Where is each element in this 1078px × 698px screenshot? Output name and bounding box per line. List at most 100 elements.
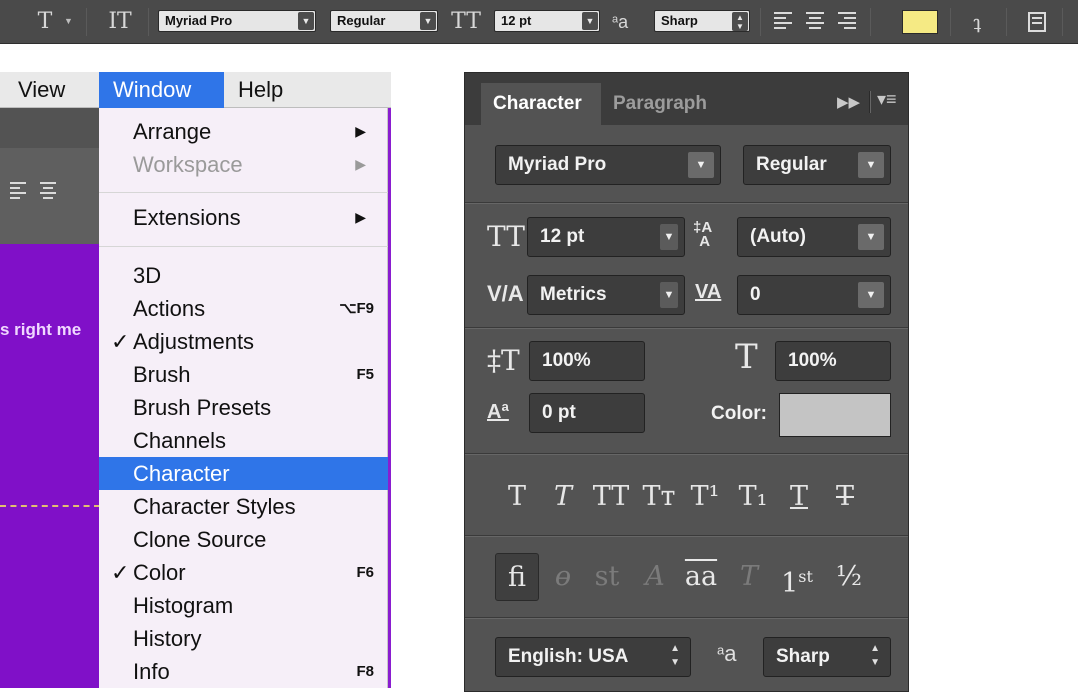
shortcut-label: F6 (356, 564, 374, 581)
baseline-shift-value: 0 pt (542, 402, 576, 423)
strikethrough-button[interactable]: T (823, 473, 867, 521)
divider (760, 8, 761, 36)
text-orientation-icon[interactable]: IT (102, 0, 138, 44)
divider (465, 535, 908, 537)
menu-item-history[interactable]: History (99, 622, 388, 655)
menu-item-label: Clone Source (133, 527, 267, 552)
stylistic-alternates-button[interactable]: aa (679, 553, 723, 601)
font-style-value: Regular (337, 13, 386, 28)
menu-window[interactable]: Window (99, 72, 224, 108)
horizontal-scale-input[interactable]: 100% (775, 341, 891, 381)
language-select[interactable]: English: USA ▲ ▼ (495, 637, 691, 677)
menu-item-color[interactable]: ✓ Color F6 (99, 556, 388, 589)
swash-button[interactable]: A (633, 553, 677, 601)
font-size-select[interactable]: 12 pt ▼ (527, 217, 685, 257)
menu-item-extensions[interactable]: Extensions ▶ (99, 201, 388, 234)
color-label: Color: (711, 403, 767, 424)
menu-item-adjustments[interactable]: ✓ Adjustments (99, 325, 388, 358)
menu-item-3d[interactable]: 3D (99, 259, 388, 292)
fractions-button[interactable]: ½ (827, 553, 871, 601)
panel-menu-icon[interactable]: ▾≡ (877, 89, 897, 110)
tracking-icon: VA (695, 281, 722, 303)
color-swatch[interactable] (779, 393, 891, 437)
shortcut-label: F8 (356, 663, 374, 680)
tool-preset-chevron-icon[interactable]: ▼ (64, 16, 73, 26)
divider (465, 453, 908, 455)
ordinals-button[interactable]: 1st (769, 553, 825, 601)
text-color-swatch[interactable] (902, 10, 938, 34)
kerning-select[interactable]: Metrics ▼ (527, 275, 685, 315)
menu-view[interactable]: View (18, 72, 65, 108)
all-caps-button[interactable]: TT (589, 473, 633, 521)
menu-item-arrange[interactable]: Arrange ▶ (99, 115, 388, 148)
stepper-icon: ▲ ▼ (670, 643, 680, 668)
ordinals-digit: 1 (781, 568, 799, 599)
underline-button[interactable]: T (777, 473, 821, 521)
type-tool-icon[interactable]: T (30, 0, 60, 44)
font-size-select[interactable]: 12 pt ▼ (494, 10, 600, 32)
stepper-icon: ▲ ▼ (732, 12, 748, 31)
font-style-select[interactable]: Regular ▼ (743, 145, 891, 185)
font-size-value: 12 pt (540, 226, 585, 247)
menu-item-brush[interactable]: Brush F5 (99, 358, 388, 391)
baseline-shift-input[interactable]: 0 pt (529, 393, 645, 433)
menu-item-histogram[interactable]: Histogram (99, 589, 388, 622)
faux-italic-button[interactable]: T (541, 473, 585, 521)
menu-item-brush-presets[interactable]: Brush Presets (99, 391, 388, 424)
divider (869, 91, 871, 113)
tracking-select[interactable]: 0 ▼ (737, 275, 891, 315)
titling-alternates-button[interactable]: T (727, 553, 771, 601)
menu-item-label: Color (133, 560, 186, 585)
menu-bar: View Window Help (0, 72, 391, 108)
menu-separator (99, 192, 388, 193)
app-canvas (0, 244, 100, 688)
menu-item-channels[interactable]: Channels (99, 424, 388, 457)
antialias-select[interactable]: Sharp ▲ ▼ (763, 637, 891, 677)
shortcut-label: ⌥F9 (339, 300, 374, 317)
menu-item-label: Channels (133, 428, 226, 453)
font-family-select[interactable]: Myriad Pro ▼ (158, 10, 316, 32)
tab-paragraph[interactable]: Paragraph (613, 83, 707, 125)
chevron-down-icon: ▼ (858, 224, 884, 250)
contextual-alternates-button[interactable]: ɵ (541, 553, 585, 601)
faux-bold-button[interactable]: T (495, 473, 539, 521)
menu-item-clone-source[interactable]: Clone Source (99, 523, 388, 556)
font-style-select[interactable]: Regular ▼ (330, 10, 438, 32)
tab-character[interactable]: Character (481, 83, 601, 125)
menu-item-info[interactable]: Info F8 (99, 655, 388, 688)
app-options-bg (0, 148, 100, 244)
menu-help[interactable]: Help (238, 72, 283, 108)
superscript-button[interactable]: T¹ (683, 473, 727, 521)
menu-item-actions[interactable]: Actions ⌥F9 (99, 292, 388, 325)
leading-select[interactable]: (Auto) ▼ (737, 217, 891, 257)
menu-item-label: Extensions (133, 205, 241, 230)
menu-item-label: Brush (133, 362, 191, 387)
menu-item-label: Actions (133, 296, 206, 321)
font-family-select[interactable]: Myriad Pro ▼ (495, 145, 721, 185)
menu-item-character[interactable]: Character (99, 457, 388, 490)
align-right-icon[interactable] (838, 12, 856, 32)
discretionary-ligatures-button[interactable]: st (585, 553, 629, 601)
antialias-select[interactable]: Sharp ▲ ▼ (654, 10, 750, 32)
vertical-scale-input[interactable]: 100% (529, 341, 645, 381)
align-left-icon[interactable] (774, 12, 792, 32)
divider (950, 8, 951, 36)
menu-item-workspace: Workspace ▶ (99, 148, 388, 181)
horizontal-scale-icon: T (735, 337, 758, 377)
collapse-icon[interactable]: ▶▶ (837, 93, 860, 111)
divider (1062, 8, 1063, 36)
menu-item-label: Adjustments (133, 329, 255, 354)
chevron-down-icon: ▼ (582, 12, 598, 30)
warp-text-icon[interactable]: ʇ (962, 0, 992, 44)
menu-separator (99, 246, 388, 247)
standard-ligatures-button[interactable]: ﬁ (495, 553, 539, 601)
small-caps-button[interactable]: Tт (637, 473, 681, 521)
align-center-icon[interactable] (806, 12, 824, 32)
subscript-button[interactable]: T₁ (731, 473, 775, 521)
menu-item-label: Character (133, 461, 230, 486)
leading-value: (Auto) (750, 226, 806, 247)
menu-item-character-styles[interactable]: Character Styles (99, 490, 388, 523)
panels-icon[interactable] (1028, 12, 1046, 32)
divider (465, 327, 908, 329)
ordinals-sup: st (798, 567, 813, 586)
